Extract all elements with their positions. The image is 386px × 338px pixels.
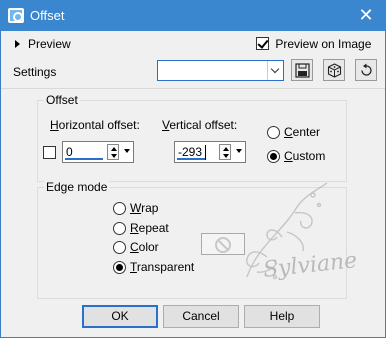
settings-dropdown[interactable] — [157, 60, 284, 81]
offset-group: Offset Horizontal offset: Vertical offse… — [37, 93, 347, 182]
randomize-button[interactable] — [323, 59, 345, 81]
transparent-radio-label: Transparent — [130, 260, 194, 274]
spin-down-icon[interactable] — [111, 154, 117, 158]
spin-down-icon[interactable] — [223, 154, 229, 158]
transparent-radio-label-mnemonic: T — [130, 260, 137, 274]
separator — [1, 88, 385, 89]
input-focus-underline — [177, 158, 205, 160]
repeat-radio-label: Repeat — [130, 221, 169, 235]
transparent-radio[interactable] — [113, 261, 126, 274]
preview-on-image-checkbox[interactable]: Preview on Image — [256, 36, 371, 51]
title-bar[interactable]: Offset ✕ — [0, 0, 386, 31]
color-radio[interactable] — [113, 241, 126, 254]
offset-group-title: Offset — [44, 93, 80, 107]
dice-icon — [327, 63, 342, 78]
custom-radio-label-text: ustom — [292, 149, 326, 163]
color-radio-label-text: olor — [138, 240, 159, 254]
wrap-radio-label-mnemonic: W — [130, 201, 142, 215]
repeat-radio-label-mnemonic: R — [130, 221, 139, 235]
edge-mode-group-title: Edge mode — [44, 180, 110, 194]
app-icon — [8, 8, 24, 23]
vertical-offset-value: -293 — [178, 145, 203, 159]
transparent-radio-label-text: ransparent — [136, 260, 195, 274]
center-radio-label-mnemonic: C — [284, 125, 293, 139]
custom-radio-label: Custom — [284, 149, 325, 163]
link-offsets-checkbox[interactable] — [43, 146, 56, 159]
repeat-radio-label-text: epeat — [138, 221, 169, 235]
spin-arrows[interactable] — [107, 144, 119, 160]
vertical-offset-label-text: ertical offset: — [169, 118, 238, 132]
ok-button[interactable]: OK — [82, 305, 158, 328]
custom-radio-label-mnemonic: C — [284, 149, 293, 163]
settings-label: Settings — [13, 65, 57, 79]
spin-up-icon[interactable] — [223, 147, 229, 151]
horizontal-offset-input[interactable]: 0 — [62, 141, 134, 163]
custom-radio[interactable] — [267, 150, 280, 163]
help-button[interactable]: Help — [244, 305, 320, 328]
dropdown-arrow-icon[interactable] — [123, 145, 131, 159]
horizontal-offset-value: 0 — [66, 145, 73, 159]
spin-arrows[interactable] — [219, 144, 231, 160]
center-radio[interactable] — [267, 126, 280, 139]
horizontal-offset-label-mnemonic: H — [50, 118, 59, 132]
horizontal-offset-label: Horizontal offset: — [50, 118, 140, 132]
preview-on-image-label: Preview on Image — [275, 36, 372, 51]
cancel-button[interactable]: Cancel — [163, 305, 239, 328]
window-title: Offset — [30, 8, 65, 23]
center-radio-label: Center — [284, 125, 320, 139]
chevron-down-icon[interactable] — [267, 61, 283, 80]
color-radio-label: Color — [130, 240, 159, 254]
vertical-offset-input[interactable]: -293 — [174, 141, 246, 163]
reset-icon — [361, 63, 372, 76]
repeat-radio[interactable] — [113, 222, 126, 235]
save-preset-button[interactable] — [291, 59, 313, 81]
wrap-radio-label: Wrap — [130, 201, 158, 215]
preview-label: Preview — [28, 37, 71, 51]
dropdown-arrow-icon[interactable] — [235, 145, 243, 159]
expand-arrow-icon — [15, 40, 20, 48]
save-icon — [295, 63, 310, 78]
horizontal-offset-label-text: orizontal offset: — [58, 118, 140, 132]
dialog-client: Preview Preview on Image Settings Offset… — [1, 31, 385, 337]
center-radio-label-text: enter — [292, 125, 321, 139]
vertical-offset-label: Vertical offset: — [162, 118, 237, 132]
spin-up-icon[interactable] — [111, 147, 117, 151]
close-icon[interactable]: ✕ — [356, 5, 376, 26]
reset-button[interactable] — [355, 59, 377, 81]
wrap-radio[interactable] — [113, 202, 126, 215]
dialog-window: Offset ✕ Preview Preview on Image Settin… — [0, 0, 386, 338]
color-radio-label-mnemonic: C — [130, 240, 139, 254]
text-caret — [205, 145, 206, 160]
input-focus-underline — [65, 158, 103, 160]
wrap-radio-label-text: rap — [141, 201, 159, 215]
checkbox-icon[interactable] — [256, 37, 269, 51]
